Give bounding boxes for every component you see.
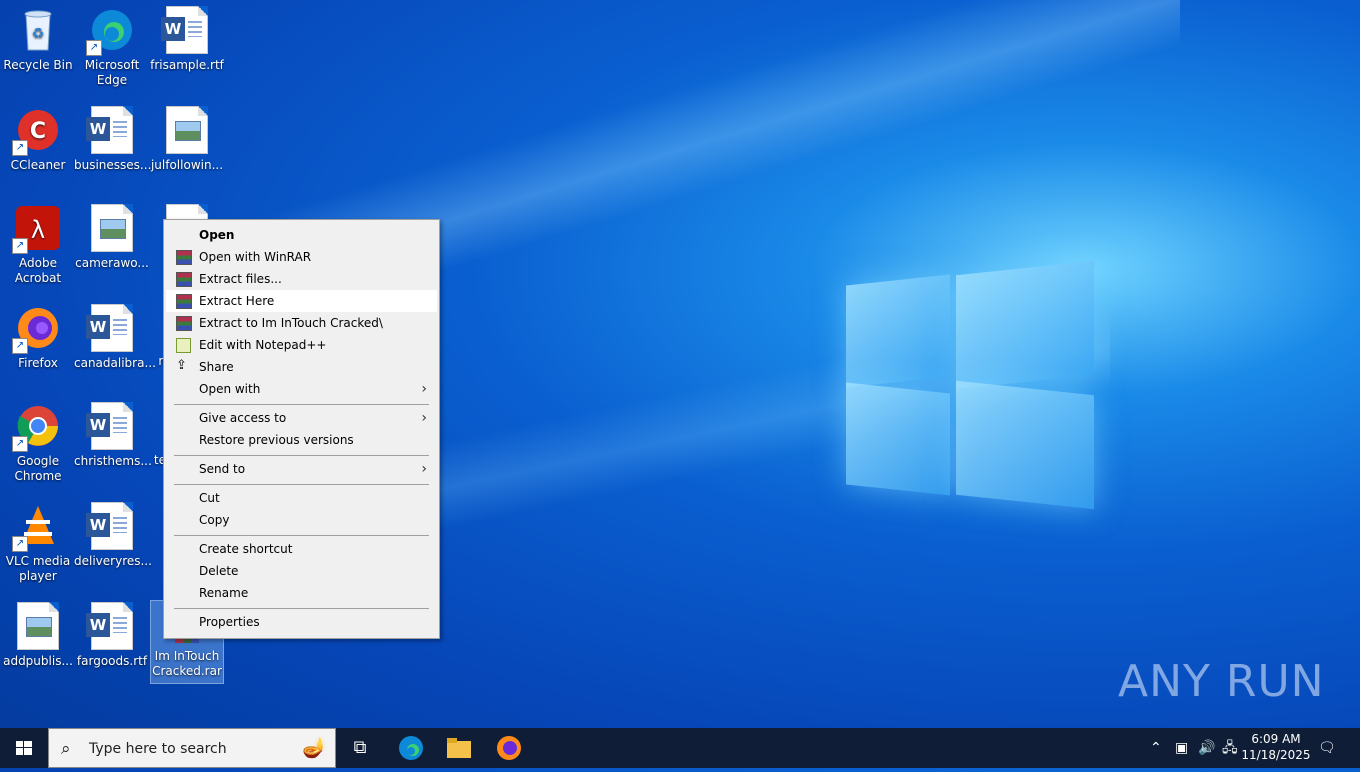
svg-text:♻: ♻ bbox=[32, 26, 45, 42]
task-view-icon[interactable]: ⧉ bbox=[340, 732, 380, 764]
menu-separator bbox=[174, 484, 429, 485]
winrar-icon bbox=[176, 250, 192, 265]
desktop-icon-frisample[interactable]: W frisample.rtf bbox=[149, 6, 225, 73]
desktop-icon-julfollowin[interactable]: julfollowin... bbox=[149, 106, 225, 173]
context-menu: Open Open with WinRAR Extract files... E… bbox=[163, 219, 440, 639]
menu-item-extract-to-folder[interactable]: Extract to Im InTouch Cracked\ bbox=[166, 312, 437, 334]
windows-start-icon bbox=[16, 741, 32, 755]
chrome-icon: ↗ bbox=[12, 402, 62, 452]
desktop-icon-businesses[interactable]: W businesses... bbox=[74, 106, 151, 173]
menu-item-open[interactable]: Open bbox=[166, 224, 437, 246]
menu-item-rename[interactable]: Rename bbox=[166, 582, 437, 604]
image-doc-icon bbox=[88, 204, 136, 252]
search-icon: ⌕ bbox=[61, 739, 71, 759]
clock-time: 6:09 AM bbox=[1251, 732, 1301, 746]
menu-item-send-to[interactable]: Send to › bbox=[166, 458, 437, 480]
word-doc-icon: W bbox=[86, 304, 136, 352]
notepadpp-icon bbox=[176, 338, 191, 353]
network-icon[interactable]: 🖧 bbox=[1222, 728, 1238, 768]
image-doc-icon bbox=[14, 602, 62, 650]
menu-separator bbox=[174, 404, 429, 405]
image-doc-icon bbox=[163, 106, 211, 154]
desktop-icon-addpublis[interactable]: addpublis... bbox=[0, 602, 76, 669]
word-doc-icon: W bbox=[86, 602, 136, 650]
file-explorer-icon[interactable] bbox=[439, 732, 479, 764]
wallpaper-windows-logo bbox=[846, 258, 1094, 510]
recycle-bin-icon: ♻ bbox=[14, 6, 62, 54]
taskbar-firefox-icon[interactable] bbox=[489, 732, 529, 764]
chevron-right-icon: › bbox=[421, 381, 427, 397]
desktop-icon-firefox[interactable]: ↗ Firefox bbox=[0, 304, 76, 371]
chevron-right-icon: › bbox=[421, 461, 427, 477]
vlc-icon: ↗ bbox=[12, 502, 62, 552]
menu-item-restore-previous-versions[interactable]: Restore previous versions bbox=[166, 429, 437, 451]
start-button[interactable] bbox=[0, 728, 48, 768]
word-doc-icon: W bbox=[86, 502, 136, 550]
menu-item-create-shortcut[interactable]: Create shortcut bbox=[166, 538, 437, 560]
taskbar-search-box[interactable]: ⌕ Type here to search 🪔 bbox=[48, 728, 336, 768]
chevron-right-icon: › bbox=[421, 410, 427, 426]
desktop-icon-deliveryres[interactable]: W deliveryres... bbox=[74, 502, 152, 569]
desktop-icon-te-partial[interactable]: te bbox=[126, 453, 166, 468]
winrar-icon bbox=[176, 316, 192, 331]
volume-icon[interactable]: 🔊 bbox=[1198, 728, 1215, 768]
word-doc-icon: W bbox=[86, 106, 136, 154]
winrar-icon bbox=[176, 272, 192, 287]
desktop-icon-recycle-bin[interactable]: ♻ Recycle Bin bbox=[0, 6, 76, 73]
desktop-icon-ccleaner[interactable]: C ↗ CCleaner bbox=[0, 106, 76, 173]
menu-separator bbox=[174, 535, 429, 536]
svg-text:C: C bbox=[30, 119, 46, 144]
taskbar-clock[interactable]: 6:09 AM 11/18/2025 bbox=[1240, 731, 1312, 763]
meet-now-icon[interactable]: ▣ bbox=[1175, 728, 1188, 768]
search-highlight-icon: 🪔 bbox=[302, 735, 327, 759]
firefox-icon: ↗ bbox=[12, 304, 62, 354]
desktop-icon-n-partial[interactable]: n bbox=[126, 354, 166, 369]
menu-item-give-access-to[interactable]: Give access to › bbox=[166, 407, 437, 429]
chevron-up-icon[interactable]: ⌃ bbox=[1150, 728, 1162, 768]
menu-item-properties[interactable]: Properties bbox=[166, 611, 437, 633]
menu-item-open-with-winrar[interactable]: Open with WinRAR bbox=[166, 246, 437, 268]
edge-icon: ↗ bbox=[86, 6, 136, 56]
acrobat-icon: λ ↗ bbox=[12, 204, 62, 254]
desktop-icon-microsoft-edge[interactable]: ↗ Microsoft Edge bbox=[74, 6, 150, 88]
share-icon: ⇪ bbox=[176, 358, 187, 373]
menu-item-edit-with-notepadpp[interactable]: Edit with Notepad++ bbox=[166, 334, 437, 356]
notifications-icon[interactable]: 🗨 bbox=[1318, 728, 1336, 768]
desktop-icon-camerawo[interactable]: camerawo... bbox=[74, 204, 150, 271]
desktop-icon-adobe-acrobat[interactable]: λ ↗ Adobe Acrobat bbox=[0, 204, 76, 286]
menu-item-share[interactable]: ⇪ Share bbox=[166, 356, 437, 378]
ccleaner-icon: C ↗ bbox=[12, 106, 62, 156]
taskbar-edge-icon[interactable] bbox=[391, 732, 431, 764]
svg-text:λ: λ bbox=[31, 216, 45, 244]
menu-separator bbox=[174, 455, 429, 456]
menu-item-extract-files[interactable]: Extract files... bbox=[166, 268, 437, 290]
menu-separator bbox=[174, 608, 429, 609]
clock-date: 11/18/2025 bbox=[1241, 748, 1311, 762]
taskbar: ⌕ Type here to search 🪔 ⧉ ⌃ ▣ 🔊 🖧 6:09 A… bbox=[0, 728, 1360, 768]
menu-item-copy[interactable]: Copy bbox=[166, 509, 437, 531]
desktop-icon-fargoods[interactable]: W fargoods.rtf bbox=[74, 602, 150, 669]
desktop-icon-vlc[interactable]: ↗ VLC media player bbox=[0, 502, 76, 584]
desktop-icon-google-chrome[interactable]: ↗ Google Chrome bbox=[0, 402, 76, 484]
menu-item-open-with[interactable]: Open with › bbox=[166, 378, 437, 400]
anyrun-watermark: ANY RUN bbox=[1118, 656, 1325, 707]
word-doc-icon: W bbox=[161, 6, 211, 54]
word-doc-icon: W bbox=[86, 402, 136, 450]
winrar-icon bbox=[176, 294, 192, 309]
search-placeholder: Type here to search bbox=[89, 741, 227, 757]
menu-item-cut[interactable]: Cut bbox=[166, 487, 437, 509]
menu-item-extract-here[interactable]: Extract Here bbox=[166, 290, 437, 312]
menu-item-delete[interactable]: Delete bbox=[166, 560, 437, 582]
